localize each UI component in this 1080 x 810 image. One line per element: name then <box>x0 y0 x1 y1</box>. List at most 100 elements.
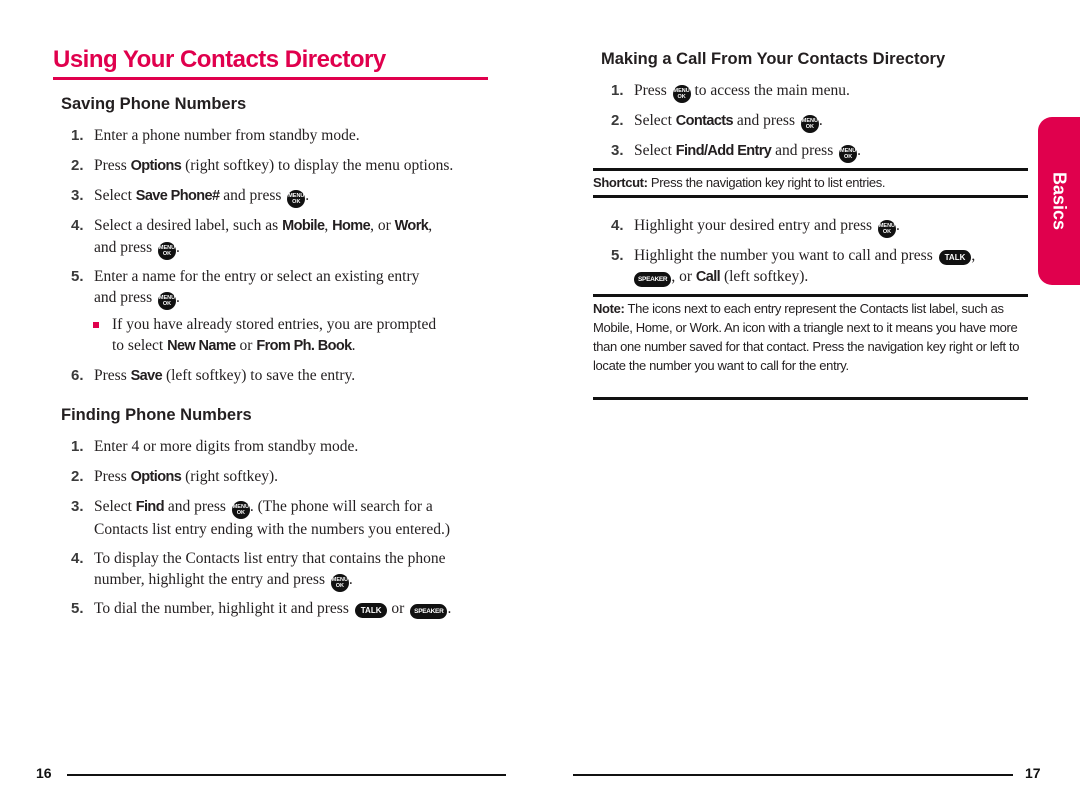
step-text: Enter a name for the entry or select an … <box>94 268 420 285</box>
saving-step-3: 3. Select Save Phone# and press MENU OK. <box>71 185 494 208</box>
step-text: Press <box>634 82 667 99</box>
step-number: 5. <box>71 600 84 617</box>
keyword-find-add-entry: Find/Add Entry <box>675 143 772 159</box>
step-text: Press <box>94 367 131 384</box>
keyword-save-phone: Save Phone# <box>135 188 220 204</box>
step-text: (left softkey) to save the entry. <box>162 367 356 384</box>
finding-step-5: 5. To dial the number, highlight it and … <box>71 600 452 619</box>
step-text: number, highlight the entry and press <box>94 571 325 588</box>
saving-step-2: 2. Press Options (right softkey) to disp… <box>71 155 494 177</box>
saving-step-1: 1. Enter a phone number from standby mod… <box>71 125 494 146</box>
bullet-square-icon <box>93 322 99 328</box>
shortcut-text: Press the navigation key right to list e… <box>647 175 886 190</box>
section-tab-basics[interactable]: Basics <box>1038 117 1080 285</box>
keyword-work: Work <box>394 218 429 234</box>
menu-ok-key-icon: MENU OK <box>158 242 176 260</box>
saving-bullet: If you have already stored entries, you … <box>93 314 492 357</box>
call-step-1: 1. Press MENU OK to access the main menu. <box>611 80 1034 103</box>
menu-ok-key-icon: MENU OK <box>839 145 858 163</box>
menu-ok-key-icon: MENU OK <box>330 574 349 592</box>
step-text: Select <box>94 187 136 204</box>
step-number: 5. <box>611 247 624 264</box>
step-text: and press <box>94 289 153 306</box>
step-text: To display the Contacts list entry that … <box>94 550 446 567</box>
call-step-3: 3. Select Find/Add Entry and press MENU O… <box>611 140 1034 163</box>
keyword-find: Find <box>135 499 165 515</box>
shortcut-rule-top <box>593 168 1028 171</box>
footer-rule-left <box>67 774 506 776</box>
step-text: Select <box>634 112 676 129</box>
step-number: 3. <box>71 498 84 515</box>
menu-ok-key-icon: MENU OK <box>287 190 306 208</box>
step-text: Contacts list entry ending with the numb… <box>94 521 450 538</box>
step-number: 6. <box>71 367 84 384</box>
step-number: 4. <box>611 217 624 234</box>
step-text: Press <box>94 157 131 174</box>
step-number: 3. <box>611 142 624 159</box>
step-number: 1. <box>611 82 624 99</box>
step-text: and press <box>94 239 153 256</box>
keyword-options: Options <box>130 158 182 174</box>
saving-step-5: 5. Enter a name for the entry or select … <box>71 266 494 310</box>
shortcut-rule-bottom <box>593 195 1028 198</box>
note-rule-bottom <box>593 397 1028 400</box>
keyword-contacts: Contacts <box>675 113 734 129</box>
shortcut-callout: Shortcut: Press the navigation key right… <box>593 173 1028 192</box>
page-title: Using Your Contacts Directory <box>53 46 386 73</box>
keyword-options: Options <box>130 469 182 485</box>
step-text: and press <box>219 187 282 204</box>
keyword-call: Call <box>695 269 721 285</box>
menu-ok-key-icon: MENU OK <box>158 292 176 310</box>
note-label: Note: <box>593 301 625 316</box>
step-text: Press <box>94 468 131 485</box>
keyword-home: Home <box>332 218 371 234</box>
step-text: Highlight your desired entry and press <box>634 217 873 234</box>
talk-key-icon: TALK <box>938 250 972 265</box>
saving-step-6: 6. Press Save (left softkey) to save the… <box>71 365 494 387</box>
note-callout: Note: The icons next to each entry repre… <box>593 299 1028 375</box>
speaker-key-icon: SPEAKER <box>410 604 448 619</box>
step-number: 5. <box>71 268 84 285</box>
step-number: 2. <box>611 112 624 129</box>
call-step-2: 2. Select Contacts and press MENU OK. <box>611 110 1034 133</box>
step-number: 4. <box>71 217 84 234</box>
step-text: To dial the number, highlight it and pre… <box>94 600 349 617</box>
step-text: Highlight the number you want to call an… <box>634 247 933 264</box>
section-heading-making-call: Making a Call From Your Contacts Directo… <box>601 50 946 68</box>
step-number: 1. <box>71 438 84 455</box>
step-text: Enter 4 or more digits from standby mode… <box>94 438 359 455</box>
shortcut-label: Shortcut: <box>593 175 648 190</box>
finding-step-1: 1. Enter 4 or more digits from standby m… <box>71 436 494 457</box>
title-underline <box>53 77 488 80</box>
step-text: Select a desired label, such as <box>94 217 283 234</box>
section-heading-saving: Saving Phone Numbers <box>61 95 247 113</box>
step-number: 4. <box>71 550 84 567</box>
step-number: 2. <box>71 157 84 174</box>
menu-ok-key-icon: MENU OK <box>231 501 250 519</box>
step-number: 2. <box>71 468 84 485</box>
call-step-4: 4. Highlight your desired entry and pres… <box>611 215 1034 238</box>
menu-ok-key-icon: MENU OK <box>672 85 691 103</box>
speaker-key-icon: SPEAKER <box>634 272 672 287</box>
keyword-mobile: Mobile <box>282 218 325 234</box>
step-text: (right softkey). <box>181 468 279 485</box>
step-number: 3. <box>71 187 84 204</box>
finding-step-2: 2. Press Options (right softkey). <box>71 466 494 488</box>
keyword-save: Save <box>130 368 163 384</box>
menu-ok-key-icon: MENU OK <box>800 115 819 133</box>
note-text: The icons next to each entry represent t… <box>593 301 1020 373</box>
step-text: Enter a phone number from standby mode. <box>94 127 360 144</box>
note-rule-top <box>593 294 1028 297</box>
call-step-5: 5. Highlight the number you want to call… <box>611 247 976 287</box>
talk-key-icon: TALK <box>354 603 388 618</box>
section-heading-finding: Finding Phone Numbers <box>61 406 252 424</box>
finding-step-4: 4. To display the Contacts list entry th… <box>71 548 494 592</box>
saving-step-4: 4. Select a desired label, such as Mobil… <box>71 215 494 260</box>
menu-ok-key-icon: MENU OK <box>877 220 896 238</box>
keyword-new-name: New Name <box>167 338 236 354</box>
section-tab-label: Basics <box>1049 171 1070 231</box>
bullet-text: If you have already stored entries, you … <box>112 316 437 333</box>
page-number-right: 17 <box>1025 765 1041 781</box>
footer-rule-right <box>573 774 1013 776</box>
step-text: Select <box>94 498 136 515</box>
